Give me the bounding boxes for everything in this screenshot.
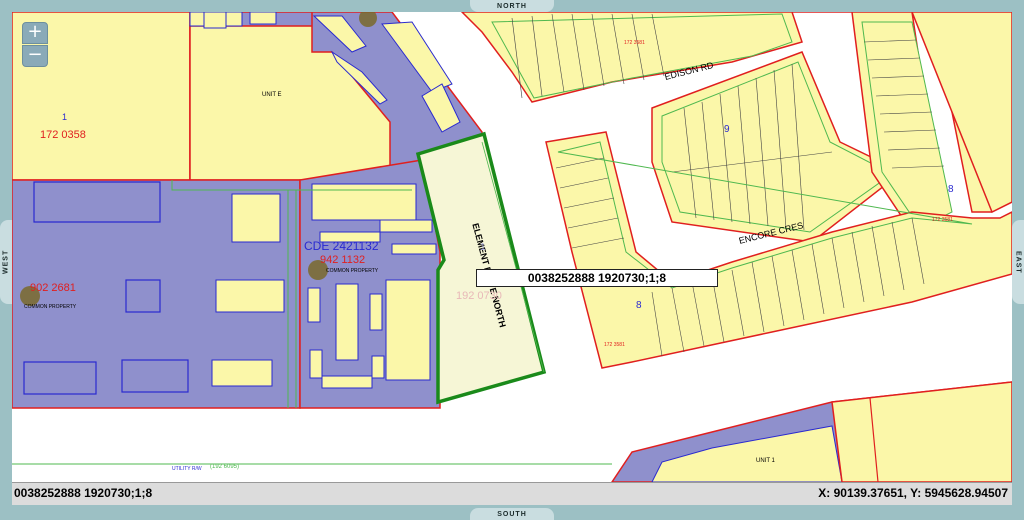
building-n bbox=[369, 293, 383, 331]
plan-label-172-3581: 172 3581 bbox=[932, 217, 953, 223]
selected-parcel-readout: 0038252888 1920730;1;8 bbox=[14, 486, 153, 500]
pan-west-button[interactable]: WEST bbox=[0, 220, 12, 304]
plan-label-902: 902 2681 bbox=[30, 282, 76, 294]
building-top-b bbox=[203, 12, 227, 29]
parcel-number-label: 1 bbox=[62, 112, 68, 122]
status-bar: 0038252888 1920730;1;8 X: 90139.37651, Y… bbox=[12, 482, 1012, 505]
building-o bbox=[385, 279, 431, 381]
map-viewport[interactable]: EDISON RD ELEMENT DRIVE NORTH ENCORE CRE… bbox=[12, 12, 1012, 482]
building-q bbox=[321, 375, 373, 389]
building-l bbox=[307, 287, 321, 323]
plan-label-172-3581: 172 3581 bbox=[624, 40, 645, 46]
pan-south-button[interactable]: SOUTH bbox=[470, 508, 554, 520]
utility-plan-label: (192 6095) bbox=[210, 464, 240, 470]
coordinate-readout: X: 90139.37651, Y: 5945628.94507 bbox=[818, 486, 1008, 500]
zoom-out-button[interactable]: − bbox=[22, 45, 48, 67]
pan-east-button[interactable]: EAST bbox=[1012, 220, 1024, 304]
building-g bbox=[211, 359, 273, 387]
block-label: 8 bbox=[636, 300, 642, 311]
plan-label-cde: CDE 2421132 bbox=[304, 239, 379, 253]
building-p bbox=[309, 349, 323, 379]
plan-label-942: 942 1132 bbox=[320, 254, 366, 266]
parcel-popup: 0038252888 1920730;1;8 bbox=[476, 269, 718, 287]
plan-label-172-0358: 172 0358 bbox=[40, 129, 86, 141]
pan-north-button[interactable]: NORTH bbox=[470, 0, 554, 12]
building-outline-b bbox=[125, 279, 161, 313]
block-label: 8 bbox=[948, 184, 954, 195]
plan-label-192-0730: 192 0730 bbox=[456, 290, 502, 302]
parcel-number-label: 1 bbox=[480, 242, 486, 253]
building-j bbox=[391, 243, 437, 255]
building-outline-c bbox=[23, 361, 97, 395]
block-label: 9 bbox=[724, 124, 730, 135]
common-property-label: COMMON PROPERTY bbox=[24, 304, 77, 310]
map-canvas[interactable] bbox=[12, 12, 1012, 482]
unit-label: UNIT E bbox=[262, 92, 282, 98]
plan-label-172-3581: 172 3581 bbox=[604, 342, 625, 348]
building-m bbox=[335, 283, 359, 361]
zoom-in-button[interactable]: + bbox=[22, 22, 48, 44]
common-property-label: COMMON PROPERTY bbox=[326, 268, 379, 274]
building-outline-a bbox=[33, 181, 161, 223]
building-f bbox=[215, 279, 285, 313]
building-h bbox=[311, 183, 417, 221]
building-i bbox=[379, 219, 433, 233]
building-r bbox=[371, 355, 385, 379]
building-outline-d bbox=[121, 359, 189, 393]
building-e bbox=[231, 193, 281, 243]
utility-label: UTILITY R/W bbox=[172, 466, 202, 472]
unit-label: UNIT 1 bbox=[756, 458, 775, 464]
building-top-c bbox=[249, 12, 277, 25]
